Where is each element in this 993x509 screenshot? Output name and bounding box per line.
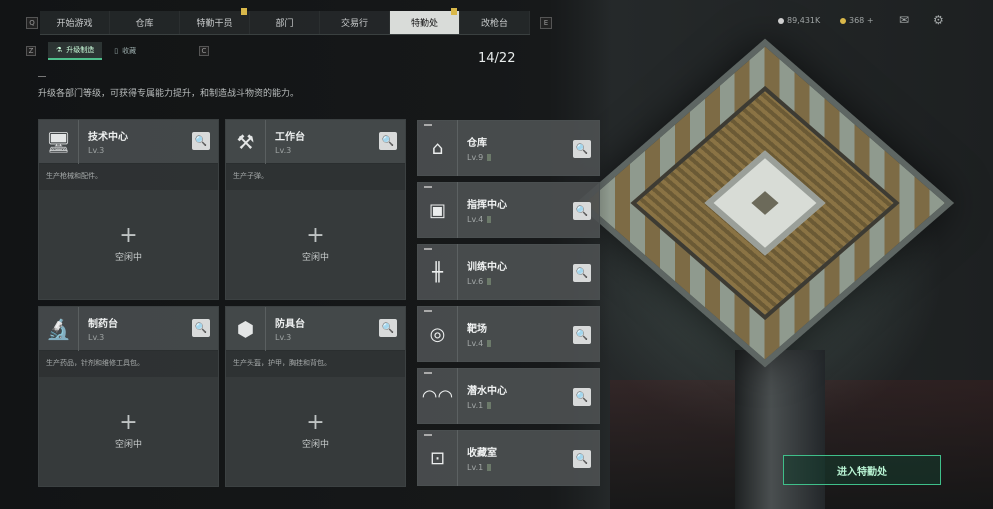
progress-counter: 14/22	[478, 51, 516, 66]
sub-navigation: ⚗ 升级制造 ▯ 收藏	[48, 42, 144, 60]
notification-pin-icon	[451, 8, 457, 15]
station-card-armor-bench[interactable]: ⬢ 防具台 Lv.3 🔍 生产头盔，护甲，胸挂和背包。 + 空闲中	[225, 306, 406, 487]
tab-operators[interactable]: 特勤干员	[180, 8, 250, 34]
tools-icon: ⚒	[226, 119, 266, 164]
prev-tab-key[interactable]: Q	[26, 17, 38, 29]
search-icon[interactable]: 🔍	[192, 319, 210, 337]
upgrade-indicator-icon	[487, 154, 492, 161]
search-icon[interactable]: 🔍	[379, 132, 397, 150]
dept-shooting-range[interactable]: ◎ 靶场 Lv.4 🔍	[417, 306, 600, 362]
coin-icon	[778, 17, 784, 24]
search-icon[interactable]: 🔍	[192, 132, 210, 150]
plus-icon: +	[119, 410, 138, 435]
search-icon[interactable]: 🔍	[573, 264, 591, 282]
warehouse-icon: ⌂	[418, 120, 458, 176]
craft-slot[interactable]: + 空闲中	[226, 377, 405, 486]
page-description: 升级各部门等级，可获得专属能力提升，和制造战斗物资的能力。	[38, 89, 300, 99]
tab-trade[interactable]: 交易行	[320, 11, 390, 34]
upgrade-indicator-icon	[487, 464, 492, 471]
dept-collection-room[interactable]: ⊡ 收藏室 Lv.1 🔍	[417, 430, 600, 486]
tab-departments[interactable]: 部门	[250, 11, 320, 34]
divider	[38, 76, 46, 77]
search-icon[interactable]: 🔍	[573, 140, 591, 158]
dept-training-center[interactable]: ╫ 训练中心 Lv.6 🔍	[417, 244, 600, 300]
computer-icon: 🖥	[39, 119, 79, 164]
flask-icon: ⚗	[56, 46, 63, 54]
search-icon[interactable]: 🔍	[573, 326, 591, 344]
craft-slot[interactable]: + 空闲中	[39, 377, 218, 486]
premium-balance[interactable]: 368 +	[840, 16, 874, 25]
search-icon[interactable]: 🔍	[379, 319, 397, 337]
station-card-workbench[interactable]: ⚒ 工作台 Lv.3 🔍 生产子弹。 + 空闲中	[225, 119, 406, 300]
display-case-icon: ⊡	[418, 430, 458, 486]
plus-icon: +	[119, 223, 138, 248]
upgrade-indicator-icon	[487, 402, 492, 409]
tab-start-game[interactable]: 开始游戏	[40, 11, 110, 34]
dept-warehouse[interactable]: ⌂ 仓库 Lv.9 🔍	[417, 120, 600, 176]
plus-icon: +	[306, 410, 325, 435]
dept-command-center[interactable]: ▣ 指挥中心 Lv.4 🔍	[417, 182, 600, 238]
subtab-upgrade-craft[interactable]: ⚗ 升级制造	[48, 42, 103, 60]
station-card-pharmacy[interactable]: 🔬 制药台 Lv.3 🔍 生产药品，针剂和维修工具包。 + 空闲中	[38, 306, 219, 487]
tab-gunsmith[interactable]: 改枪台	[460, 11, 530, 34]
station-card-tech-center[interactable]: 🖥 技术中心 Lv.3 🔍 生产枪械和配件。 + 空闲中	[38, 119, 219, 300]
coin-balance: 89,431K	[778, 16, 820, 25]
target-icon: ◎	[418, 306, 458, 362]
armor-blocks-icon: ⬢	[226, 306, 266, 351]
tab-special-ops[interactable]: 特勤处	[390, 8, 460, 34]
prev-subtab-key[interactable]: Z	[26, 46, 36, 56]
search-icon[interactable]: 🔍	[573, 450, 591, 468]
dumbbell-icon: ╫	[418, 244, 458, 300]
chip-icon: ▣	[418, 182, 458, 238]
diving-mask-icon: ◠◠	[418, 368, 458, 424]
notification-pin-icon	[241, 8, 247, 15]
enter-special-ops-button[interactable]: 进入特勤处	[783, 455, 941, 485]
collection-icon: ▯	[114, 47, 119, 55]
search-icon[interactable]: 🔍	[573, 388, 591, 406]
next-subtab-key[interactable]: C	[199, 46, 209, 56]
upgrade-indicator-icon	[487, 216, 492, 223]
subtab-collection[interactable]: ▯ 收藏	[106, 42, 144, 60]
top-navigation: 开始游戏 仓库 特勤干员 部门 交易行 特勤处 改枪台	[40, 8, 530, 35]
upgrade-indicator-icon	[487, 278, 492, 285]
settings-gear-icon[interactable]: ⚙	[933, 13, 944, 27]
microscope-icon: 🔬	[39, 306, 79, 351]
next-tab-key[interactable]: E	[540, 17, 552, 29]
scene-pillar	[735, 350, 825, 509]
search-icon[interactable]: 🔍	[573, 202, 591, 220]
upgrade-indicator-icon	[487, 340, 492, 347]
tab-warehouse[interactable]: 仓库	[110, 11, 180, 34]
mail-icon[interactable]: ✉	[899, 13, 909, 27]
premium-coin-icon	[840, 17, 846, 24]
dept-diving-center[interactable]: ◠◠ 潜水中心 Lv.1 🔍	[417, 368, 600, 424]
craft-slot[interactable]: + 空闲中	[226, 190, 405, 299]
craft-slot[interactable]: + 空闲中	[39, 190, 218, 299]
plus-icon: +	[306, 223, 325, 248]
